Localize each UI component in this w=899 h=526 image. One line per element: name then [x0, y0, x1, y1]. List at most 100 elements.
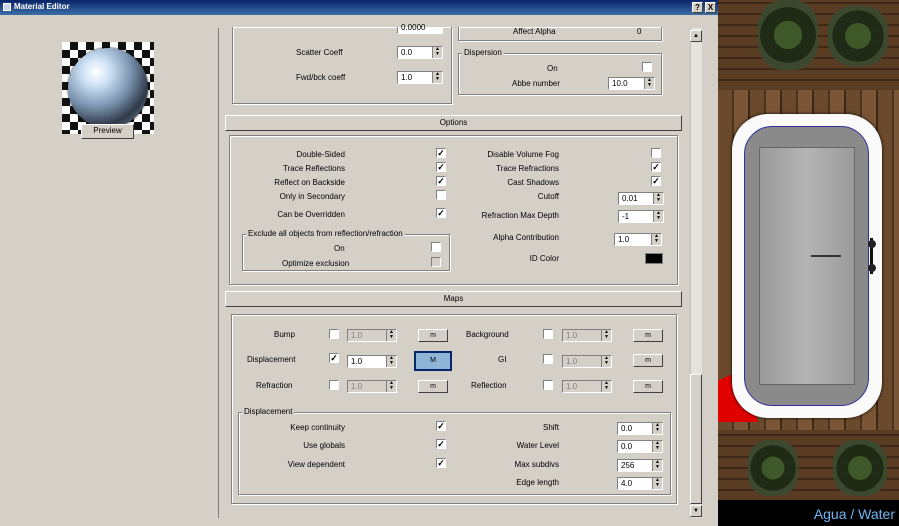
spinner-arrows-icon[interactable]: ▲ ▼	[601, 356, 611, 367]
spinner-arrows-icon[interactable]: ▲ ▼	[652, 460, 662, 471]
bottom-plants	[748, 440, 798, 496]
can-be-overridden-checkbox[interactable]: ✓	[436, 208, 446, 218]
map-label: Reflection	[471, 381, 507, 390]
abbe-number-field[interactable]: 10.0 ▲ ▼	[608, 77, 655, 90]
option-label: Double-Sided	[296, 150, 345, 159]
trace-refractions-checkbox[interactable]: ✓	[651, 162, 661, 172]
map-label: Background	[466, 330, 509, 339]
spinner-arrows-icon[interactable]: ▲ ▼	[601, 381, 611, 392]
gi-amount-field[interactable]: 1.0 ▲ ▼	[562, 355, 612, 368]
background-map-button[interactable]: m	[633, 329, 663, 342]
bump-amount-field[interactable]: 1.0 ▲ ▼	[347, 329, 397, 342]
disable-volume-fog-checkbox[interactable]	[651, 148, 661, 158]
cutoff-field[interactable]: 0.01 ▲ ▼	[618, 192, 664, 205]
displacement-group-label: Displacement	[242, 407, 295, 416]
scroll-up-icon[interactable]: ▲	[690, 30, 702, 42]
truncated-field[interactable]: 0.0000	[397, 23, 443, 34]
background-amount-field[interactable]: 1.0 ▲ ▼	[562, 329, 612, 342]
abbe-number-label: Abbe number	[512, 79, 561, 88]
id-color-swatch[interactable]	[645, 253, 663, 264]
displacement-option-label: Use globals	[303, 441, 345, 450]
scroll-down-icon[interactable]: ▼	[690, 505, 702, 517]
scrollbar-thumb[interactable]	[690, 374, 702, 504]
water-level-field[interactable]: 0.0 ▲ ▼	[617, 440, 663, 453]
preview-button[interactable]: Preview	[81, 124, 134, 139]
fwd-bck-coeff-field[interactable]: 1.0 ▲ ▼	[397, 71, 443, 84]
option-label: Cast Shadows	[507, 178, 559, 187]
refraction-max-depth-label: Refraction Max Depth	[481, 211, 559, 220]
option-label: Can be Overridden	[277, 210, 345, 219]
map-label: Refraction	[256, 381, 293, 390]
exclude-on-label: On	[334, 244, 345, 253]
trace-reflections-checkbox[interactable]: ✓	[436, 162, 446, 172]
view-dependent-checkbox[interactable]: ✓	[436, 458, 446, 468]
keep-continuity-checkbox[interactable]: ✓	[436, 421, 446, 431]
reflection-map-button[interactable]: m	[633, 380, 663, 393]
option-label: Only in Secondary	[279, 192, 345, 201]
spinner-arrows-icon[interactable]: ▲ ▼	[601, 330, 611, 341]
gi-map-button[interactable]: m	[633, 354, 663, 367]
displacement-amount-field[interactable]: 1.0 ▲ ▼	[347, 355, 397, 368]
spinner-arrows-icon[interactable]: ▲ ▼	[652, 441, 662, 452]
top-plants	[758, 0, 818, 70]
spinner-arrows-icon[interactable]: ▲ ▼	[644, 78, 654, 89]
optimize-exclusion-checkbox[interactable]	[431, 257, 441, 267]
displacement-map-button[interactable]: M	[414, 351, 452, 371]
reflection-amount-field[interactable]: 1.0 ▲ ▼	[562, 380, 612, 393]
spinner-arrows-icon[interactable]: ▲ ▼	[651, 234, 661, 245]
use-globals-checkbox[interactable]: ✓	[436, 439, 446, 449]
reflect-on-backside-checkbox[interactable]: ✓	[436, 176, 446, 186]
spinner-arrows-icon[interactable]: ▲ ▼	[386, 330, 396, 341]
only-in-secondary-checkbox[interactable]	[436, 190, 446, 200]
double-sided-checkbox[interactable]: ✓	[436, 148, 446, 158]
affect-alpha-label: Affect Alpha	[513, 27, 556, 36]
scatter-group	[232, 27, 452, 104]
options-rollout-header[interactable]: Options	[225, 115, 682, 131]
drain-icon	[811, 255, 841, 257]
bump-checkbox[interactable]	[329, 329, 339, 339]
max-subdivs-field[interactable]: 256 ▲ ▼	[617, 459, 663, 472]
app-icon	[3, 3, 11, 11]
dispersion-on-label: On	[547, 64, 558, 73]
max-subdivs-label: Max subdivs	[514, 460, 559, 469]
reflection-checkbox[interactable]	[543, 380, 553, 390]
background-checkbox[interactable]	[543, 329, 553, 339]
scatter-coeff-field[interactable]: 0.0 ▲ ▼	[397, 46, 443, 59]
shift-label: Shift	[542, 423, 559, 432]
edge-length-field[interactable]: 4.0 ▲ ▼	[617, 477, 663, 490]
spinner-arrows-icon[interactable]: ▲ ▼	[432, 47, 442, 58]
shift-field[interactable]: 0.0 ▲ ▼	[617, 422, 663, 435]
spinner-arrows-icon[interactable]: ▲ ▼	[386, 356, 396, 367]
spinner-arrows-icon[interactable]: ▲ ▼	[653, 193, 663, 204]
maps-rollout-header[interactable]: Maps	[225, 291, 682, 307]
exclude-group-label: Exclude all objects from reflection/refr…	[246, 229, 405, 238]
refraction-checkbox[interactable]	[329, 380, 339, 390]
exclude-on-checkbox[interactable]	[431, 242, 441, 252]
spinner-arrows-icon[interactable]: ▲ ▼	[652, 423, 662, 434]
alpha-contribution-field[interactable]: 1.0 ▲ ▼	[614, 233, 662, 246]
refraction-amount-field[interactable]: 1.0 ▲ ▼	[347, 380, 397, 393]
refraction-max-depth-field[interactable]: -1 ▲ ▼	[618, 210, 664, 223]
id-color-label: ID Color	[529, 254, 559, 263]
close-button[interactable]: X	[705, 2, 716, 13]
refraction-map-button[interactable]: m	[418, 380, 448, 393]
title-bar: Material Editor ? X	[0, 0, 718, 15]
spinner-arrows-icon[interactable]: ▲ ▼	[386, 381, 396, 392]
option-label: Reflect on Backside	[274, 178, 345, 187]
displacement-checkbox[interactable]: ✓	[329, 353, 339, 363]
cast-shadows-checkbox[interactable]: ✓	[651, 176, 661, 186]
spinner-arrows-icon[interactable]: ▲ ▼	[432, 72, 442, 83]
help-button[interactable]: ?	[692, 2, 703, 13]
scatter-coeff-label: Scatter Coeff	[296, 48, 343, 57]
displacement-option-label: View dependent	[287, 460, 345, 469]
bump-map-button[interactable]: m	[418, 329, 448, 342]
bathtub-basin	[759, 147, 855, 385]
spinner-arrows-icon[interactable]: ▲ ▼	[653, 211, 663, 222]
gi-checkbox[interactable]	[543, 354, 553, 364]
preview-sphere	[68, 48, 148, 128]
spinner-arrows-icon[interactable]: ▲ ▼	[652, 478, 662, 489]
bottom-plants	[833, 440, 887, 496]
option-label: Disable Volume Fog	[487, 150, 559, 159]
dispersion-on-checkbox[interactable]	[642, 62, 652, 72]
faucet-icon	[868, 238, 876, 274]
